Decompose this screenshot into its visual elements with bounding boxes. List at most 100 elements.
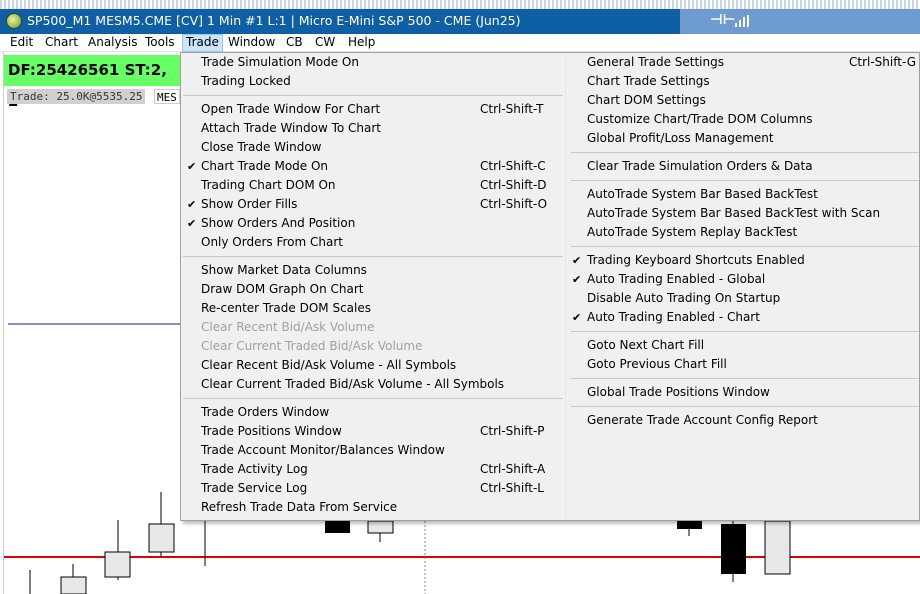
window-top-strip — [0, 0, 920, 9]
menu-item-autotrade-system-replay-backtest[interactable]: AutoTrade System Replay BackTest — [569, 223, 920, 242]
df-status-box: DF:25426561 ST:2, 2 — [4, 55, 180, 110]
menu-item-label: Trade Simulation Mode On — [201, 55, 359, 69]
menu-item-trading-chart-dom-on[interactable]: Trading Chart DOM On Ctrl-Shift-D — [181, 176, 565, 195]
menu-item-label: Trade Account Monitor/Balances Window — [201, 443, 445, 457]
menu-item-trading-locked[interactable]: Trading Locked — [181, 72, 565, 91]
candle-up — [104, 551, 131, 578]
menu-item-shortcut: Ctrl-Shift-O — [480, 197, 548, 211]
menu-item-trade-account-monitor-balances-window[interactable]: Trade Account Monitor/Balances Window — [181, 441, 565, 460]
title-bar-tools: ⊣⊢ — [680, 9, 920, 34]
menu-item-show-market-data-columns[interactable]: Show Market Data Columns — [181, 261, 565, 280]
menu-item-trade-simulation-mode-on[interactable]: Trade Simulation Mode On — [181, 53, 565, 72]
menu-item-label: Clear Recent Bid/Ask Volume — [201, 320, 375, 334]
menu-item-label: Close Trade Window — [201, 140, 322, 154]
checkmark-icon: ✔ — [187, 198, 197, 211]
menu-item-clear-recent-bid-ask-volume-all-symbols[interactable]: Clear Recent Bid/Ask Volume - All Symbol… — [181, 356, 565, 375]
menu-item-chart-dom-settings[interactable]: Chart DOM Settings — [569, 91, 920, 110]
chart-left-border — [3, 52, 4, 594]
menu-help[interactable]: Help — [345, 34, 378, 52]
menu-separator — [569, 176, 920, 185]
trade-menu-dropdown: Trade Simulation Mode On Trading Locked Op… — [180, 52, 920, 521]
checkmark-icon: ✔ — [187, 217, 197, 230]
menu-item-general-trade-settings[interactable]: General Trade Settings Ctrl-Shift-G — [569, 53, 920, 72]
menu-trade[interactable]: Trade — [182, 34, 223, 52]
checkmark-icon: ✔ — [572, 254, 582, 267]
menu-item-label: Trading Keyboard Shortcuts Enabled — [587, 253, 805, 267]
menu-item-goto-previous-chart-fill[interactable]: Goto Previous Chart Fill — [569, 355, 920, 374]
menu-item-chart-trade-settings[interactable]: Chart Trade Settings — [569, 72, 920, 91]
menu-item-show-orders-and-position[interactable]: ✔ Show Orders And Position — [181, 214, 565, 233]
menu-item-label: Clear Trade Simulation Orders & Data — [587, 159, 813, 173]
menu-item-label: Customize Chart/Trade DOM Columns — [587, 112, 813, 126]
menu-item-trade-orders-window[interactable]: Trade Orders Window — [181, 403, 565, 422]
menu-item-shortcut: Ctrl-Shift-D — [480, 178, 547, 192]
menu-separator — [181, 91, 565, 100]
menu-item-label: Chart Trade Settings — [587, 74, 710, 88]
menu-item-goto-next-chart-fill[interactable]: Goto Next Chart Fill — [569, 336, 920, 355]
menu-item-clear-current-traded-bid-ask-volume-all-symbols[interactable]: Clear Current Traded Bid/Ask Volume - Al… — [181, 375, 565, 394]
menu-item-label: Clear Current Traded Bid/Ask Volume — [201, 339, 423, 353]
menu-item-customize-chart-trade-dom-columns[interactable]: Customize Chart/Trade DOM Columns — [569, 110, 920, 129]
menu-item-label: General Trade Settings — [587, 55, 724, 69]
menu-item-label: Auto Trading Enabled - Chart — [587, 310, 760, 324]
menu-item-trading-keyboard-shortcuts-enabled[interactable]: ✔ Trading Keyboard Shortcuts Enabled — [569, 251, 920, 270]
candle-up — [60, 576, 87, 594]
menu-item-autotrade-system-bar-based-backtest[interactable]: AutoTrade System Bar Based BackTest — [569, 185, 920, 204]
menu-separator — [569, 327, 920, 336]
trade-menu-right-column: General Trade Settings Ctrl-Shift-G Chart … — [569, 53, 920, 430]
menu-item-label: Global Profit/Loss Management — [587, 131, 774, 145]
menu-item-label: Draw DOM Graph On Chart — [201, 282, 364, 296]
menu-item-show-order-fills[interactable]: ✔ Show Order Fills Ctrl-Shift-O — [181, 195, 565, 214]
signal-bars-icon — [735, 15, 749, 27]
menu-item-global-profit-loss-management[interactable]: Global Profit/Loss Management — [569, 129, 920, 148]
candle-down — [721, 524, 746, 574]
menu-item-label: Goto Next Chart Fill — [587, 338, 705, 352]
menu-item-label: Trading Chart DOM On — [201, 178, 336, 192]
link-icon[interactable]: ⊣⊢ — [710, 12, 736, 28]
menu-item-auto-trading-enabled-chart[interactable]: ✔ Auto Trading Enabled - Chart — [569, 308, 920, 327]
menu-item-clear-recent-bid-ask-volume: Clear Recent Bid/Ask Volume — [181, 318, 565, 337]
menu-item-auto-trading-enabled-global[interactable]: ✔ Auto Trading Enabled - Global — [569, 270, 920, 289]
menu-item-label: Clear Recent Bid/Ask Volume - All Symbol… — [201, 358, 457, 372]
trade-info-label: Trade: 25.0K@5535.25 — [7, 89, 146, 104]
menu-item-label: Auto Trading Enabled - Global — [587, 272, 766, 286]
candle-up — [148, 523, 175, 553]
trade-menu-left-column: Trade Simulation Mode On Trading Locked Op… — [181, 53, 565, 517]
menu-cb[interactable]: CB — [283, 34, 306, 52]
menu-item-trade-activity-log[interactable]: Trade Activity Log Ctrl-Shift-A — [181, 460, 565, 479]
menu-cw[interactable]: CW — [312, 34, 338, 52]
menu-window[interactable]: Window — [225, 34, 278, 52]
symbol-tag: MES — [154, 89, 180, 104]
menu-separator — [181, 394, 565, 403]
menu-item-autotrade-system-bar-based-backtest-with-scan[interactable]: AutoTrade System Bar Based BackTest with… — [569, 204, 920, 223]
menu-item-label: Chart Trade Mode On — [201, 159, 329, 173]
menu-item-clear-trade-simulation-orders-data[interactable]: Clear Trade Simulation Orders & Data — [569, 157, 920, 176]
menu-item-global-trade-positions-window[interactable]: Global Trade Positions Window — [569, 383, 920, 402]
menu-item-disable-auto-trading-on-startup[interactable]: Disable Auto Trading On Startup — [569, 289, 920, 308]
title-bar[interactable]: SP500_M1 MESM5.CME [CV] 1 Min #1 L:1 | M… — [0, 9, 920, 34]
menu-item-attach-trade-window-to-chart[interactable]: Attach Trade Window To Chart — [181, 119, 565, 138]
menu-item-trade-positions-window[interactable]: Trade Positions Window Ctrl-Shift-P — [181, 422, 565, 441]
menu-chart[interactable]: Chart — [42, 34, 81, 52]
menu-item-label: Chart DOM Settings — [587, 93, 706, 107]
menu-separator — [569, 402, 920, 411]
menu-item-label: Show Order Fills — [201, 197, 298, 211]
menu-item-refresh-trade-data-from-service[interactable]: Refresh Trade Data From Service — [181, 498, 565, 517]
menu-item-trade-service-log[interactable]: Trade Service Log Ctrl-Shift-L — [181, 479, 565, 498]
menu-tools[interactable]: Tools — [142, 34, 178, 52]
menu-analysis[interactable]: Analysis — [85, 34, 140, 52]
menu-item-label: Trade Activity Log — [201, 462, 308, 476]
menu-item-label: AutoTrade System Bar Based BackTest with… — [587, 206, 881, 220]
menu-item-only-orders-from-chart[interactable]: Only Orders From Chart — [181, 233, 565, 252]
menu-item-re-center-trade-dom-scales[interactable]: Re-center Trade DOM Scales — [181, 299, 565, 318]
column-divider — [565, 53, 566, 520]
menu-item-draw-dom-graph-on-chart[interactable]: Draw DOM Graph On Chart — [181, 280, 565, 299]
menu-item-close-trade-window[interactable]: Close Trade Window — [181, 138, 565, 157]
checkmark-icon: ✔ — [572, 311, 582, 324]
menu-edit[interactable]: Edit — [7, 34, 36, 52]
menu-separator — [569, 374, 920, 383]
menu-item-chart-trade-mode-on[interactable]: ✔ Chart Trade Mode On Ctrl-Shift-C — [181, 157, 565, 176]
menu-separator — [181, 252, 565, 261]
menu-item-open-trade-window-for-chart[interactable]: Open Trade Window For Chart Ctrl-Shift-T — [181, 100, 565, 119]
menu-item-generate-trade-account-config-report[interactable]: Generate Trade Account Config Report — [569, 411, 920, 430]
